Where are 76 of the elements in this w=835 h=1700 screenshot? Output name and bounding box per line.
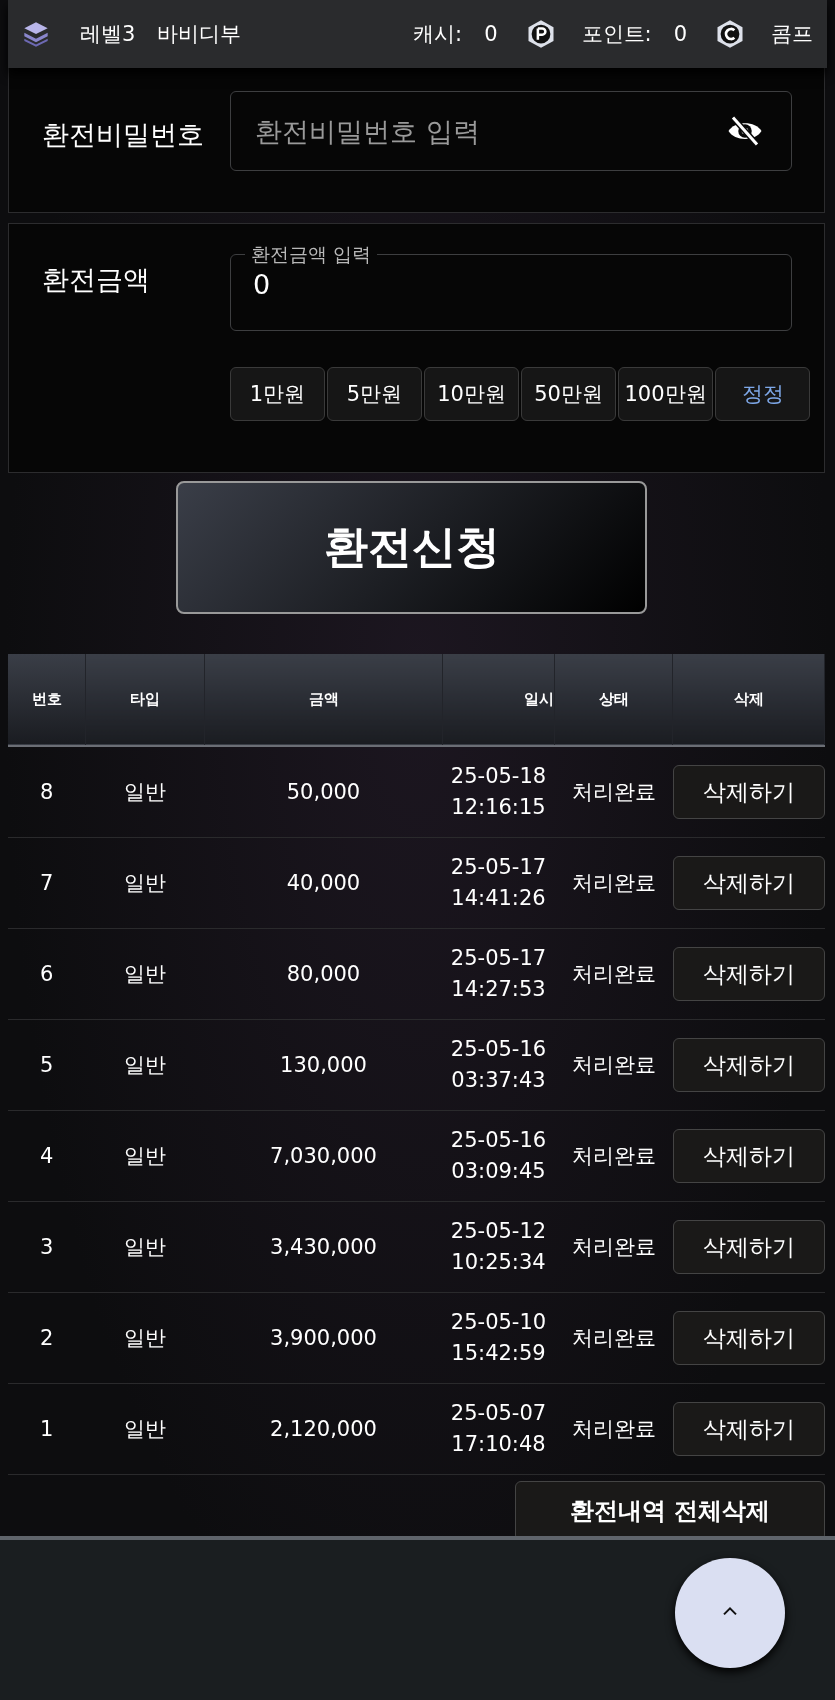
password-label: 환전비밀번호: [42, 118, 202, 152]
table-cell: 50,000: [286, 780, 361, 804]
delete-all-button[interactable]: 환전내역 전체삭제: [515, 1481, 825, 1536]
table-cell: 처리완료: [571, 1144, 656, 1168]
comp-hexagon-icon: [715, 19, 745, 49]
column-header: 일시: [524, 690, 554, 708]
delete-button[interactable]: 삭제하기: [672, 1038, 825, 1092]
level-text: 레벨3: [80, 21, 136, 48]
table-cell: 일반: [124, 962, 166, 986]
table-cell: 일반: [124, 780, 166, 804]
table-cell: 8: [40, 780, 54, 804]
nickname-text: 바비디부: [157, 21, 242, 48]
table-cell: 일반: [124, 871, 166, 895]
table-cell-text: 25-05-17 14:41:26: [450, 853, 547, 912]
amount-button[interactable]: 1만원: [230, 367, 325, 421]
table-cell: 일반: [124, 1326, 166, 1350]
table-cell: 4: [40, 1144, 54, 1168]
table-cell: 3,430,000: [270, 1235, 377, 1259]
point-value: 0: [673, 22, 687, 46]
submit-button[interactable]: 환전신청: [176, 481, 647, 614]
table-cell: 3,900,000: [270, 1326, 377, 1350]
delete-button[interactable]: 삭제하기: [672, 1129, 825, 1183]
table-cell: 7: [40, 871, 54, 895]
amount-button[interactable]: 5만원: [327, 367, 422, 421]
password-input[interactable]: 환전비밀번호 입력: [255, 115, 723, 147]
table-cell: 일반: [124, 1417, 166, 1441]
amount-field[interactable]: 환전금액 입력 0: [230, 243, 792, 331]
amount-button[interactable]: 100만원: [618, 367, 713, 421]
table-cell: 7,030,000: [270, 1144, 377, 1168]
table-cell: 일반: [124, 1144, 166, 1168]
table-cell: 40,000: [286, 871, 361, 895]
column-header: 금액: [308, 690, 339, 708]
table-cell: 6: [40, 962, 54, 986]
comp-text: 콤프: [771, 21, 813, 48]
table-cell-text: 25-05-16 03:37:43: [450, 1035, 547, 1094]
column-header: 타입: [130, 690, 160, 708]
delete-button[interactable]: 삭제하기: [672, 947, 825, 1001]
table-cell: 일반: [124, 1053, 166, 1077]
table-cell: 1: [40, 1417, 54, 1441]
table-cell-text: 25-05-12 10:25:34: [450, 1217, 547, 1276]
table-cell-text: 25-05-17 14:27:53: [450, 944, 547, 1003]
table-cell: 처리완료: [571, 1326, 656, 1350]
cash-label: 캐시:: [413, 21, 463, 48]
delete-button[interactable]: 삭제하기: [672, 1402, 825, 1456]
table-cell-text: 25-05-18 12:16:15: [450, 762, 547, 821]
table-cell: 5: [40, 1053, 54, 1077]
table-cell: 처리완료: [571, 1417, 656, 1441]
amount-label: 환전금액: [42, 263, 151, 297]
delete-button[interactable]: 삭제하기: [672, 1311, 825, 1365]
delete-button[interactable]: 삭제하기: [672, 856, 825, 910]
column-header: 삭제: [733, 690, 764, 708]
table-cell: 2: [40, 1326, 54, 1350]
table-cell-text: 25-05-07 17:10:48: [450, 1399, 547, 1458]
table-cell: 130,000: [280, 1053, 367, 1077]
amount-input[interactable]: 0: [253, 269, 769, 300]
table-cell: 처리완료: [571, 871, 656, 895]
table-cell: 3: [40, 1235, 54, 1259]
delete-button[interactable]: 삭제하기: [672, 765, 825, 819]
column-header: 상태: [598, 690, 629, 708]
point-label: 포인트:: [581, 21, 652, 48]
delete-button[interactable]: 삭제하기: [672, 1220, 825, 1274]
table-cell-text: 25-05-10 15:42:59: [450, 1308, 547, 1367]
table-cell: 처리완료: [571, 1053, 656, 1077]
table-cell: 80,000: [286, 962, 361, 986]
amount-button[interactable]: 10만원: [424, 367, 519, 421]
password-field[interactable]: 환전비밀번호 입력: [230, 91, 792, 171]
table-cell-text: 25-05-16 03:09:45: [450, 1126, 547, 1185]
table-cell: 처리완료: [571, 1235, 656, 1259]
table-cell: 처리완료: [571, 780, 656, 804]
table-cell: 2,120,000: [270, 1417, 377, 1441]
cash-value: 0: [484, 22, 498, 46]
reset-button[interactable]: 정정: [715, 367, 810, 421]
amount-button[interactable]: 50만원: [521, 367, 616, 421]
table-cell: 처리완료: [571, 962, 656, 986]
table-cell: 일반: [124, 1235, 166, 1259]
column-header: 번호: [31, 690, 62, 708]
